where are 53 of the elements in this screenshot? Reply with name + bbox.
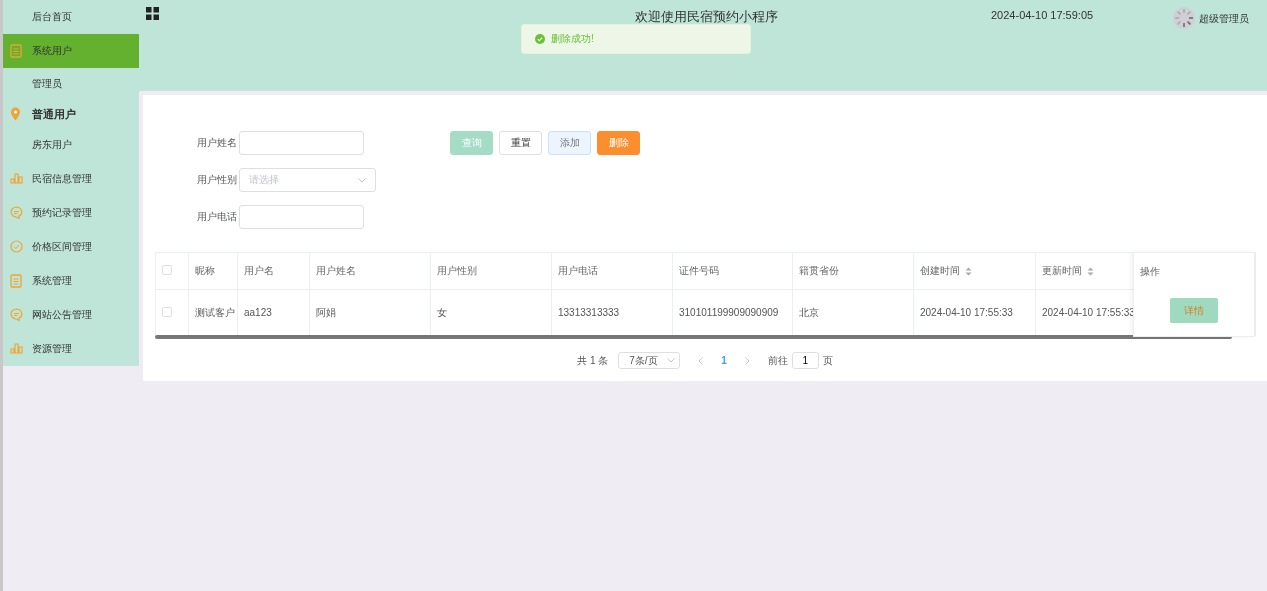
- sidebar-item[interactable]: 资源管理: [3, 332, 139, 366]
- bar-chart-icon: [10, 172, 23, 184]
- previous-page-icon[interactable]: [698, 356, 704, 365]
- location-pin-icon: [10, 107, 21, 121]
- current-datetime: 2024-04-10 17:59:05: [991, 9, 1094, 21]
- check-circle-icon: [10, 240, 23, 253]
- column-header[interactable]: 创建时间: [913, 252, 1036, 290]
- page-size-select[interactable]: 7条/页: [618, 352, 681, 369]
- input-field[interactable]: [239, 131, 364, 155]
- column-header: 昵称: [188, 252, 238, 290]
- horizontal-scrollbar[interactable]: [155, 335, 1232, 339]
- sidebar-item[interactable]: 网站公告管理: [3, 298, 139, 332]
- sidebar-item[interactable]: 后台首页: [3, 0, 139, 34]
- column-header: 用户电话: [551, 252, 673, 290]
- sidebar-item[interactable]: 民宿信息管理: [3, 162, 139, 196]
- total-count: 共 1 条: [577, 353, 609, 368]
- page-unit: 页: [822, 353, 833, 368]
- app-title: 欢迎使用民宿预约小程序: [635, 8, 779, 26]
- sidebar-item[interactable]: 普通用户: [3, 100, 139, 128]
- document-icon: [10, 44, 22, 58]
- row-checkbox[interactable]: [162, 306, 172, 317]
- sidebar-subitem[interactable]: 管理员: [3, 68, 139, 100]
- dropdown-caret-icon: [358, 177, 366, 183]
- grid-menu-icon[interactable]: [146, 7, 159, 20]
- column-header: 用户性别: [430, 252, 552, 290]
- page-input[interactable]: 1: [791, 352, 819, 369]
- chat-bubble-icon: [10, 206, 23, 219]
- column-header: 用户名: [237, 252, 310, 290]
- dropdown-caret-icon: [667, 358, 676, 363]
- column-header: 籍贯省份: [792, 252, 914, 290]
- input-field[interactable]: [239, 205, 364, 229]
- sidebar-item[interactable]: 系统管理: [3, 264, 139, 298]
- user-name[interactable]: 超级管理员: [1199, 12, 1250, 26]
- column-header: 用户姓名: [309, 252, 431, 290]
- chat-bubble-icon: [10, 308, 23, 321]
- toolbar-button[interactable]: 重置: [499, 131, 542, 155]
- document-icon: [10, 274, 22, 288]
- sidebar-item[interactable]: 预约记录管理: [3, 196, 139, 230]
- toolbar-button[interactable]: 添加: [548, 131, 591, 155]
- goto-label: 前往: [767, 353, 788, 368]
- next-page-icon[interactable]: [744, 356, 750, 365]
- sort-icon[interactable]: [1087, 266, 1094, 276]
- success-check-icon: [535, 34, 545, 44]
- sort-icon[interactable]: [965, 266, 972, 276]
- loading-spinner-icon: [1173, 7, 1196, 29]
- column-header: 操作: [1139, 264, 1161, 279]
- toast-message: 删除成功!: [551, 32, 594, 46]
- sidebar-subitem[interactable]: 房东用户: [3, 128, 139, 162]
- bar-chart-icon: [10, 342, 23, 354]
- sidebar-item[interactable]: 价格区间管理: [3, 230, 139, 264]
- column-header: 证件号码: [672, 252, 793, 290]
- sidebar-item[interactable]: 系统用户: [3, 34, 139, 68]
- select-all-checkbox[interactable]: [162, 265, 172, 275]
